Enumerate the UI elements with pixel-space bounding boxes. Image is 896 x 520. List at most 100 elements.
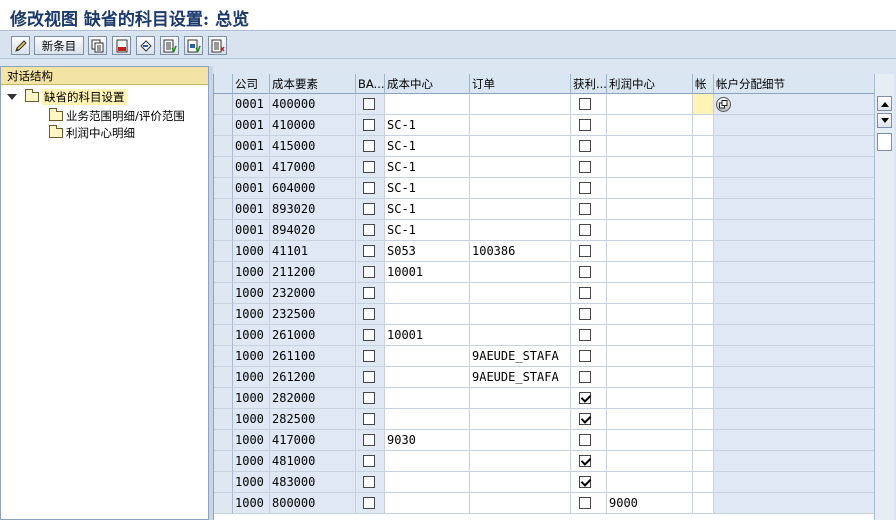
- cost-center-cell[interactable]: SC-1: [385, 199, 470, 220]
- column-header-profit-center[interactable]: 利润中心: [607, 74, 693, 94]
- profitability-cell[interactable]: [571, 178, 607, 199]
- profit-center-cell[interactable]: [607, 430, 693, 451]
- profitability-cell[interactable]: [571, 346, 607, 367]
- row-selector[interactable]: [214, 346, 233, 367]
- cost-center-cell[interactable]: [385, 367, 470, 388]
- business-area-cell[interactable]: [356, 115, 385, 136]
- business-area-checkbox[interactable]: [363, 182, 375, 194]
- row-selector[interactable]: [214, 115, 233, 136]
- business-area-checkbox[interactable]: [363, 224, 375, 236]
- business-area-cell[interactable]: [356, 409, 385, 430]
- profitability-checkbox[interactable]: [579, 119, 591, 131]
- profit-center-cell[interactable]: [607, 304, 693, 325]
- profitability-cell[interactable]: [571, 241, 607, 262]
- order-cell[interactable]: [470, 136, 571, 157]
- cost-center-cell[interactable]: [385, 493, 470, 514]
- cost-center-cell[interactable]: [385, 451, 470, 472]
- row-selector[interactable]: [214, 325, 233, 346]
- profitability-cell[interactable]: [571, 283, 607, 304]
- profit-center-cell[interactable]: [607, 325, 693, 346]
- business-area-cell[interactable]: [356, 283, 385, 304]
- row-selector[interactable]: [214, 241, 233, 262]
- business-area-checkbox[interactable]: [363, 329, 375, 341]
- profit-center-cell[interactable]: [607, 115, 693, 136]
- profitability-checkbox[interactable]: [579, 371, 591, 383]
- profit-center-cell[interactable]: [607, 388, 693, 409]
- column-header-company[interactable]: 公司: [233, 74, 270, 94]
- profitability-cell[interactable]: [571, 472, 607, 493]
- row-selector[interactable]: [214, 493, 233, 514]
- order-cell[interactable]: [470, 304, 571, 325]
- business-area-checkbox[interactable]: [363, 476, 375, 488]
- row-selector[interactable]: [214, 178, 233, 199]
- order-cell[interactable]: [470, 115, 571, 136]
- row-selector[interactable]: [214, 220, 233, 241]
- row-selector[interactable]: [214, 199, 233, 220]
- business-area-checkbox[interactable]: [363, 119, 375, 131]
- order-cell[interactable]: [470, 493, 571, 514]
- column-header-profitability[interactable]: 获利...: [571, 74, 607, 94]
- row-selector[interactable]: [214, 304, 233, 325]
- profitability-cell[interactable]: [571, 157, 607, 178]
- account-cell[interactable]: [693, 241, 714, 262]
- row-selector[interactable]: [214, 283, 233, 304]
- delete-icon[interactable]: [112, 36, 131, 55]
- profitability-cell[interactable]: [571, 325, 607, 346]
- select-all-icon[interactable]: [160, 36, 179, 55]
- copy-icon[interactable]: [88, 36, 107, 55]
- account-cell[interactable]: [693, 430, 714, 451]
- column-header-cost-element[interactable]: 成本要素: [270, 74, 356, 94]
- row-selector[interactable]: [214, 367, 233, 388]
- profitability-checkbox[interactable]: [579, 203, 591, 215]
- profit-center-cell[interactable]: [607, 136, 693, 157]
- business-area-checkbox[interactable]: [363, 371, 375, 383]
- account-cell[interactable]: [693, 136, 714, 157]
- profit-center-cell[interactable]: [607, 262, 693, 283]
- order-cell[interactable]: [470, 409, 571, 430]
- business-area-checkbox[interactable]: [363, 287, 375, 299]
- order-cell[interactable]: 100386: [470, 241, 571, 262]
- expand-triangle-icon[interactable]: [7, 93, 17, 100]
- profit-center-cell[interactable]: [607, 178, 693, 199]
- profit-center-cell[interactable]: [607, 283, 693, 304]
- account-cell[interactable]: [693, 304, 714, 325]
- profitability-cell[interactable]: [571, 262, 607, 283]
- profitability-cell[interactable]: [571, 367, 607, 388]
- profitability-cell[interactable]: [571, 136, 607, 157]
- profitability-checkbox[interactable]: [579, 392, 591, 404]
- row-selector[interactable]: [214, 94, 233, 115]
- vertical-scrollbar[interactable]: [874, 74, 894, 520]
- business-area-checkbox[interactable]: [363, 203, 375, 215]
- profit-center-cell[interactable]: [607, 94, 693, 115]
- profitability-checkbox[interactable]: [579, 308, 591, 320]
- cost-center-cell[interactable]: SC-1: [385, 178, 470, 199]
- cost-center-cell[interactable]: SC-1: [385, 220, 470, 241]
- account-cell[interactable]: [693, 388, 714, 409]
- account-cell[interactable]: [693, 199, 714, 220]
- row-selector[interactable]: [214, 472, 233, 493]
- scroll-up-icon[interactable]: [877, 96, 892, 111]
- account-cell[interactable]: [693, 220, 714, 241]
- cost-center-cell[interactable]: [385, 283, 470, 304]
- profitability-cell[interactable]: [571, 493, 607, 514]
- order-cell[interactable]: [470, 388, 571, 409]
- profit-center-cell[interactable]: [607, 199, 693, 220]
- profit-center-cell[interactable]: [607, 367, 693, 388]
- order-cell[interactable]: [470, 94, 571, 115]
- row-selector[interactable]: [214, 157, 233, 178]
- new-entries-button[interactable]: 新条目: [34, 36, 84, 55]
- column-header-order[interactable]: 订单: [470, 74, 571, 94]
- profitability-cell[interactable]: [571, 220, 607, 241]
- business-area-checkbox[interactable]: [363, 266, 375, 278]
- business-area-checkbox[interactable]: [363, 413, 375, 425]
- select-all-header[interactable]: [214, 74, 233, 94]
- scroll-down-icon[interactable]: [877, 113, 892, 128]
- account-cell[interactable]: [693, 283, 714, 304]
- account-cell[interactable]: [693, 472, 714, 493]
- business-area-cell[interactable]: [356, 304, 385, 325]
- account-cell[interactable]: [693, 346, 714, 367]
- profitability-checkbox[interactable]: [579, 434, 591, 446]
- row-selector[interactable]: [214, 262, 233, 283]
- profitability-checkbox[interactable]: [579, 182, 591, 194]
- column-header-business-area[interactable]: BA...: [356, 74, 385, 94]
